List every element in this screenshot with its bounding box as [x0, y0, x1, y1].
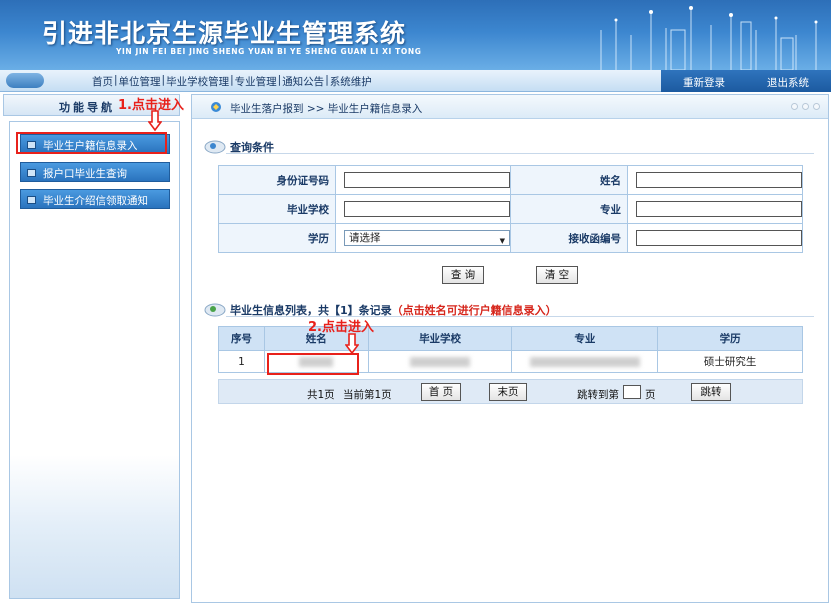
query-form: 身份证号码 姓名 毕业学校 专业 学历 请选择 ▼ 接收函编号: [218, 165, 803, 253]
row-index: 1: [218, 350, 265, 373]
app-title: 引进非北京生源毕业生管理系统: [42, 19, 407, 48]
window-dot-icon[interactable]: [813, 103, 820, 110]
redacted-school: [410, 356, 471, 367]
step2-highlight-box: [267, 353, 359, 375]
main-content-panel: 毕业生落户报到 >> 毕业生户籍信息录入 查询条件 身份证号码 姓名 毕业学校 …: [191, 94, 829, 603]
column-header-major: 专业: [511, 326, 659, 351]
relogin-link[interactable]: 重新登录: [683, 75, 725, 90]
column-header-index: 序号: [218, 326, 265, 351]
swoosh-icon: [204, 140, 226, 154]
chevron-down-icon: ▼: [499, 237, 505, 245]
id-number-input[interactable]: [344, 172, 510, 188]
receiver-number-input[interactable]: [636, 230, 802, 246]
breadcrumb-bar: 毕业生落户报到 >> 毕业生户籍信息录入: [192, 95, 828, 119]
degree-select-value: 请选择: [349, 232, 381, 244]
step2-annotation: 2.点击进入: [308, 320, 374, 335]
sidebar-body: 毕业生户籍信息录入 报户口毕业生查询 毕业生介绍信领取通知: [9, 121, 180, 599]
jump-prefix-label: 跳转到第: [577, 389, 619, 401]
row-degree: 硕士研究生: [657, 350, 803, 373]
grid-icon: [27, 196, 36, 204]
sidebar-item-label: 毕业生介绍信领取通知: [43, 195, 148, 207]
id-number-label: 身份证号码: [218, 165, 336, 195]
search-button[interactable]: 查 询: [442, 266, 484, 284]
nav-item-unit[interactable]: 单位管理: [119, 74, 161, 89]
location-icon: [211, 102, 221, 112]
swoosh-icon: [204, 303, 226, 317]
degree-label: 学历: [218, 223, 336, 253]
logout-link[interactable]: 退出系统: [767, 75, 809, 90]
receiver-number-label: 接收函编号: [510, 223, 628, 253]
sidebar-title: 功能导航: [59, 101, 115, 114]
left-sidebar: 功能导航 毕业生户籍信息录入 报户口毕业生查询 毕业生介绍信领取通知: [3, 94, 180, 603]
breadcrumb: 毕业生落户报到 >> 毕业生户籍信息录入: [230, 103, 423, 115]
query-section-header: 查询条件: [204, 137, 814, 155]
nav-item-system[interactable]: 系统维护: [330, 74, 372, 89]
page-total: 共1页: [307, 389, 335, 401]
column-header-degree: 学历: [657, 326, 803, 351]
window-dot-icon[interactable]: [791, 103, 798, 110]
page-number-input[interactable]: [623, 385, 641, 399]
page-current: 当前第1页: [343, 389, 392, 401]
arrow-down-icon: [345, 333, 359, 355]
nav-right-actions: 重新登录 退出系统: [661, 70, 831, 92]
school-input[interactable]: [344, 201, 510, 217]
header-banner: 引进非北京生源毕业生管理系统 YIN JIN FEI BEI JING SHEN…: [0, 0, 831, 70]
sidebar-item-graduate-query[interactable]: 报户口毕业生查询: [20, 162, 170, 182]
redacted-major: [529, 356, 640, 367]
column-header-school: 毕业学校: [367, 326, 513, 351]
window-controls: [791, 103, 820, 110]
name-input[interactable]: [636, 172, 802, 188]
grid-icon: [27, 169, 36, 177]
first-page-button[interactable]: 首 页: [421, 383, 461, 401]
last-page-button[interactable]: 末页: [489, 383, 527, 401]
window-dot-icon[interactable]: [802, 103, 809, 110]
row-major: [511, 350, 659, 373]
jump-suffix-label: 页: [645, 389, 656, 401]
pagination-bar: 共1页 当前第1页 首 页 末页 跳转到第 页 跳转: [218, 379, 803, 404]
major-input[interactable]: [636, 201, 802, 217]
major-label: 专业: [510, 194, 628, 224]
jump-button[interactable]: 跳转: [691, 383, 731, 401]
school-label: 毕业学校: [218, 194, 336, 224]
clear-button[interactable]: 清 空: [536, 266, 578, 284]
name-label: 姓名: [510, 165, 628, 195]
nav-logo-icon: [6, 73, 44, 88]
top-nav-menu: 首页 | 单位管理 | 毕业学校管理 | 专业管理 | 通知公告 | 系统维护: [92, 74, 372, 89]
sidebar-item-letter-notice[interactable]: 毕业生介绍信领取通知: [20, 189, 170, 209]
app-subtitle: YIN JIN FEI BEI JING SHENG YUAN BI YE SH…: [116, 47, 422, 56]
top-nav-bar: 首页 | 单位管理 | 毕业学校管理 | 专业管理 | 通知公告 | 系统维护 重新登录 …: [0, 70, 831, 92]
nav-item-major[interactable]: 专业管理: [235, 74, 277, 89]
sidebar-item-label: 报户口毕业生查询: [43, 168, 127, 180]
degree-select[interactable]: 请选择 ▼: [344, 230, 510, 246]
step1-highlight-box: [16, 132, 167, 154]
nav-item-notice[interactable]: 通知公告: [282, 74, 324, 89]
nav-item-school[interactable]: 毕业学校管理: [166, 74, 229, 89]
results-section-header: 毕业生信息列表，共【1】条记录（点击姓名可进行户籍信息录入）: [204, 300, 814, 318]
row-school: [367, 350, 513, 373]
arrow-down-icon: [148, 110, 162, 132]
nav-item-home[interactable]: 首页: [92, 74, 113, 89]
city-skyline-decoration: [600, 6, 818, 70]
